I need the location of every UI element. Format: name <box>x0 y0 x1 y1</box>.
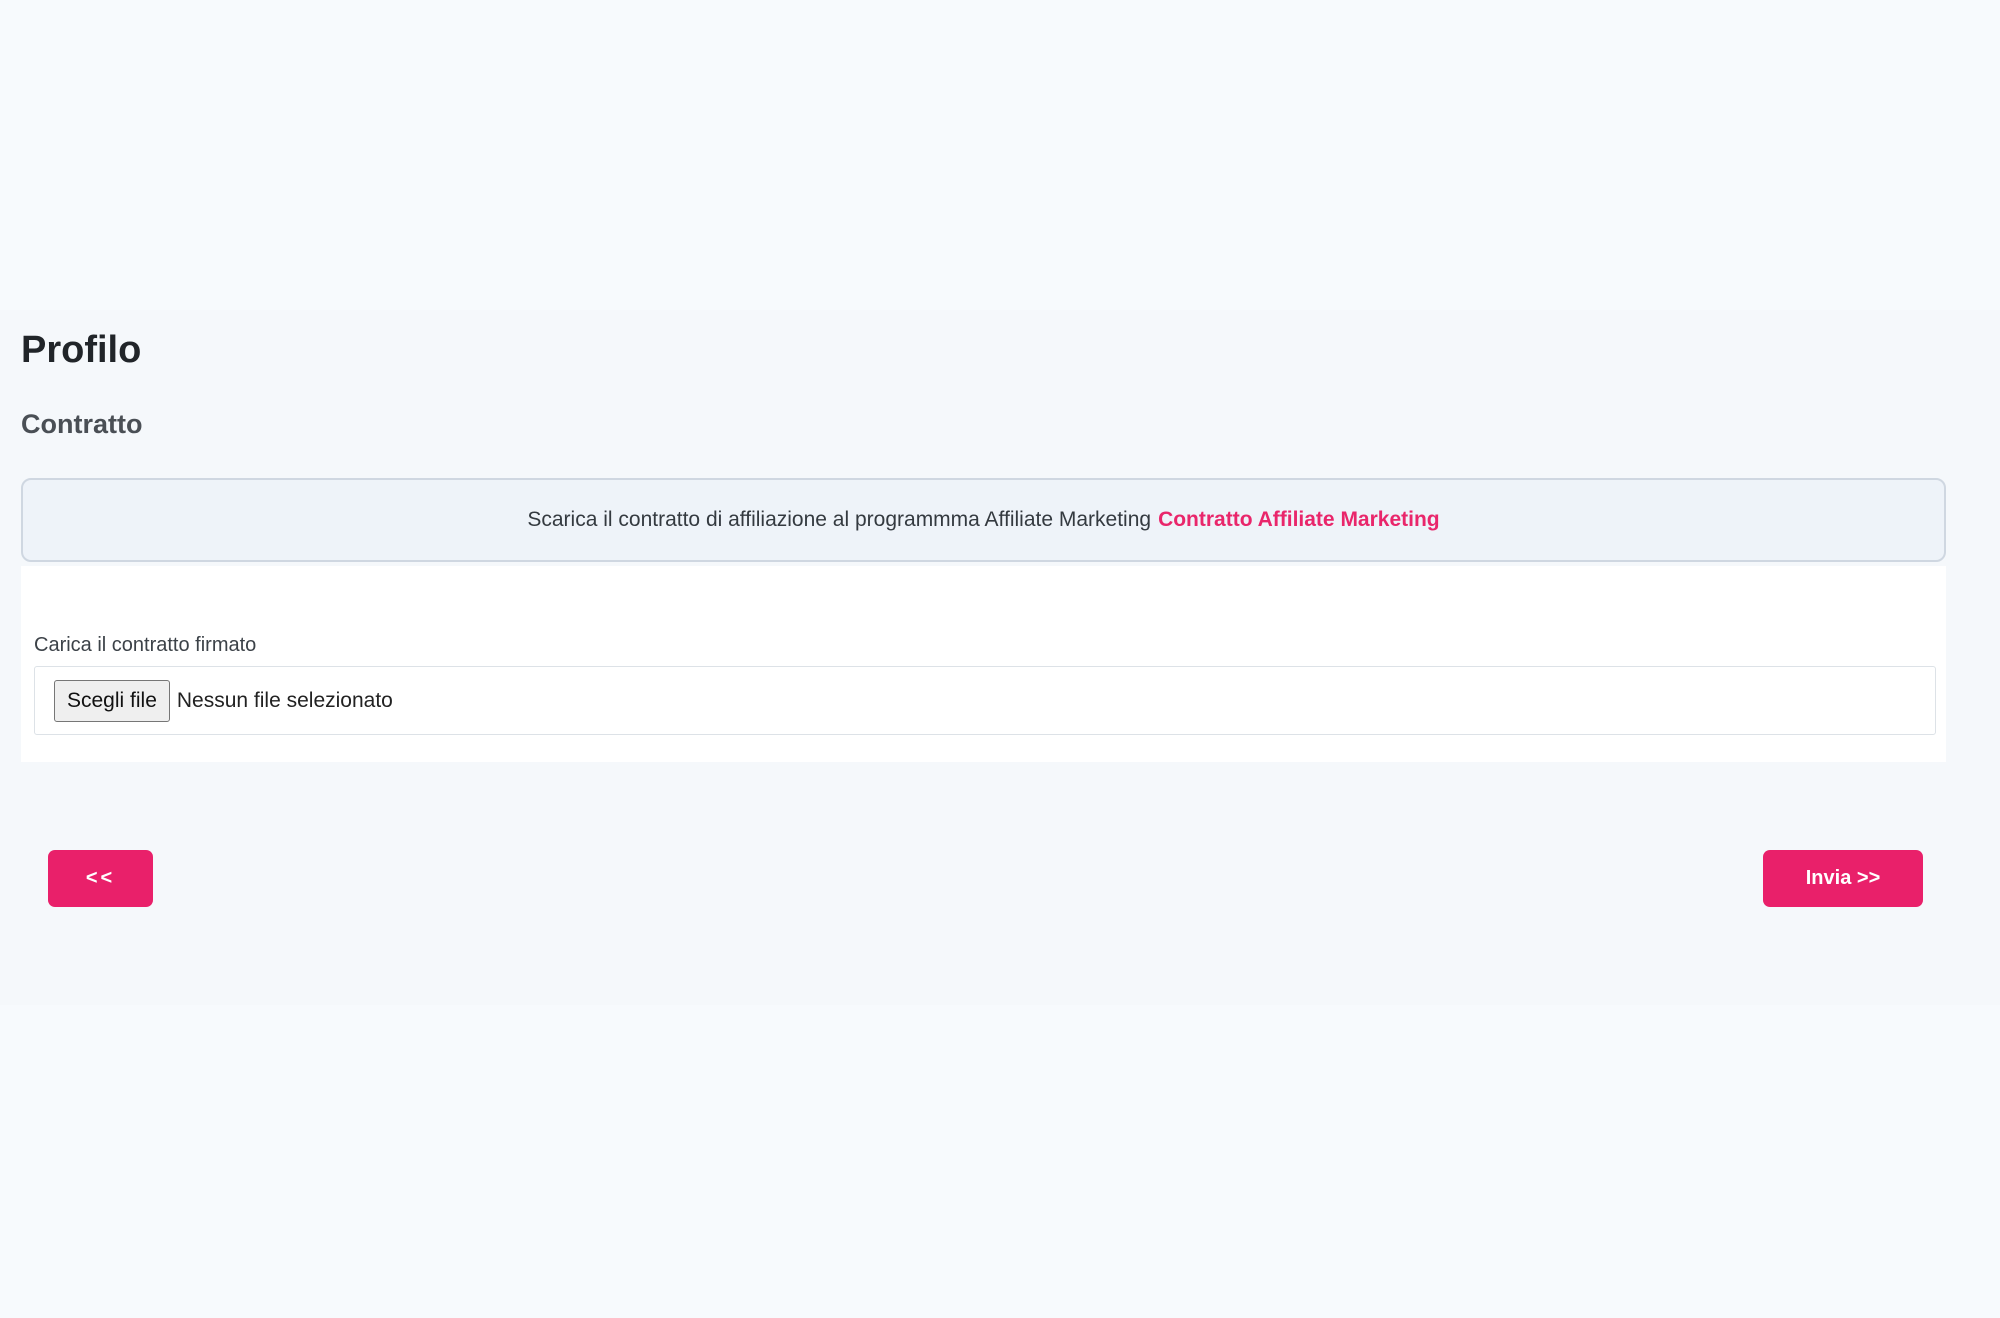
contract-info-alert: Scarica il contratto di affiliazione al … <box>21 478 1946 562</box>
file-status-text: Nessun file selezionato <box>176 688 393 712</box>
section-title: Contratto <box>21 409 143 439</box>
choose-file-button[interactable]: Scegli file <box>54 679 170 722</box>
contract-download-link[interactable]: Contratto Affiliate Marketing <box>1158 508 1440 532</box>
alert-text: Scarica il contratto di affiliazione al … <box>527 508 1152 531</box>
submit-button[interactable]: Invia >> <box>1763 850 1923 907</box>
upload-card: Carica il contratto firmato Scegli file … <box>21 566 1946 762</box>
page-title: Profilo <box>21 329 142 371</box>
back-button[interactable]: << <box>48 850 153 907</box>
upload-label: Carica il contratto firmato <box>34 634 257 656</box>
file-input[interactable]: Scegli file Nessun file selezionato <box>34 666 1936 735</box>
